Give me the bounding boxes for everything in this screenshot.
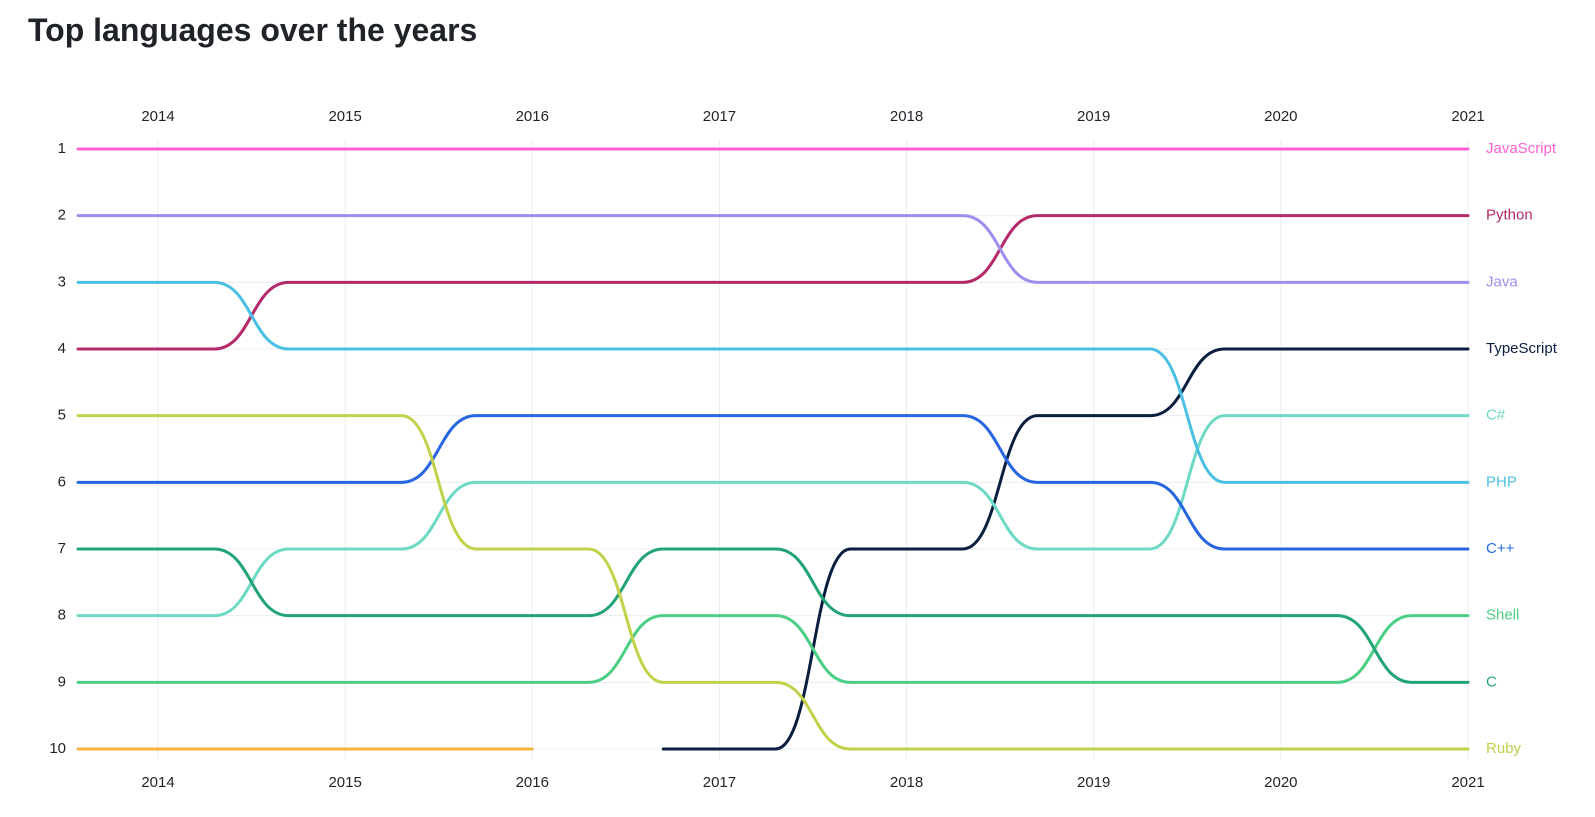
y-axis-rank-label: 6 [58,473,66,490]
y-axis-rank-label: 10 [49,740,66,757]
chart-title: Top languages over the years [28,12,1575,49]
y-axis-rank-label: 7 [58,540,66,557]
series-label: JavaScript [1486,140,1557,157]
x-axis-label-bottom: 2015 [328,774,361,791]
y-axis-rank-label: 5 [58,407,66,424]
x-axis-label-top: 2016 [516,109,549,125]
series-label: Ruby [1486,740,1522,757]
x-axis-label-top: 2014 [141,109,174,125]
series-line [78,416,1468,616]
series-line [78,282,1468,482]
series-label: C# [1486,407,1506,424]
y-axis-rank-label: 3 [58,273,66,290]
series-label: TypeScript [1486,340,1558,357]
series-label: PHP [1486,473,1517,490]
bump-chart: 2014 2014 2015 2015 2016 2016 2017 2017 2018 2018… [28,109,1575,809]
x-axis-label-top: 2015 [328,109,361,125]
y-axis-rank-label: 9 [58,673,66,690]
x-axis-label-bottom: 2016 [516,774,549,791]
x-axis-label-bottom: 2021 [1451,774,1484,791]
x-axis-label-bottom: 2018 [890,774,923,791]
x-axis-label-bottom: 2019 [1077,774,1110,791]
x-axis-label-top: 2019 [1077,109,1110,125]
x-axis-label-top: 2020 [1264,109,1297,125]
series-line [78,416,1468,749]
series-label: Python [1486,207,1533,224]
series-line [78,216,1468,283]
series-line [78,616,1468,683]
series-label: C [1486,673,1497,690]
series-label: C++ [1486,540,1515,557]
x-axis-label-top: 2017 [703,109,736,125]
x-axis-label-bottom: 2014 [141,774,174,791]
x-axis-label-bottom: 2020 [1264,774,1297,791]
x-axis-label-top: 2018 [890,109,923,125]
y-axis-rank-label: 1 [58,140,66,157]
x-axis-label-top: 2021 [1451,109,1484,125]
x-axis-label-bottom: 2017 [703,774,736,791]
series-label: Java [1486,273,1518,290]
series-label: Shell [1486,607,1519,624]
y-axis-rank-label: 2 [58,207,66,224]
y-axis-rank-label: 8 [58,607,66,624]
y-axis-rank-label: 4 [58,340,66,357]
